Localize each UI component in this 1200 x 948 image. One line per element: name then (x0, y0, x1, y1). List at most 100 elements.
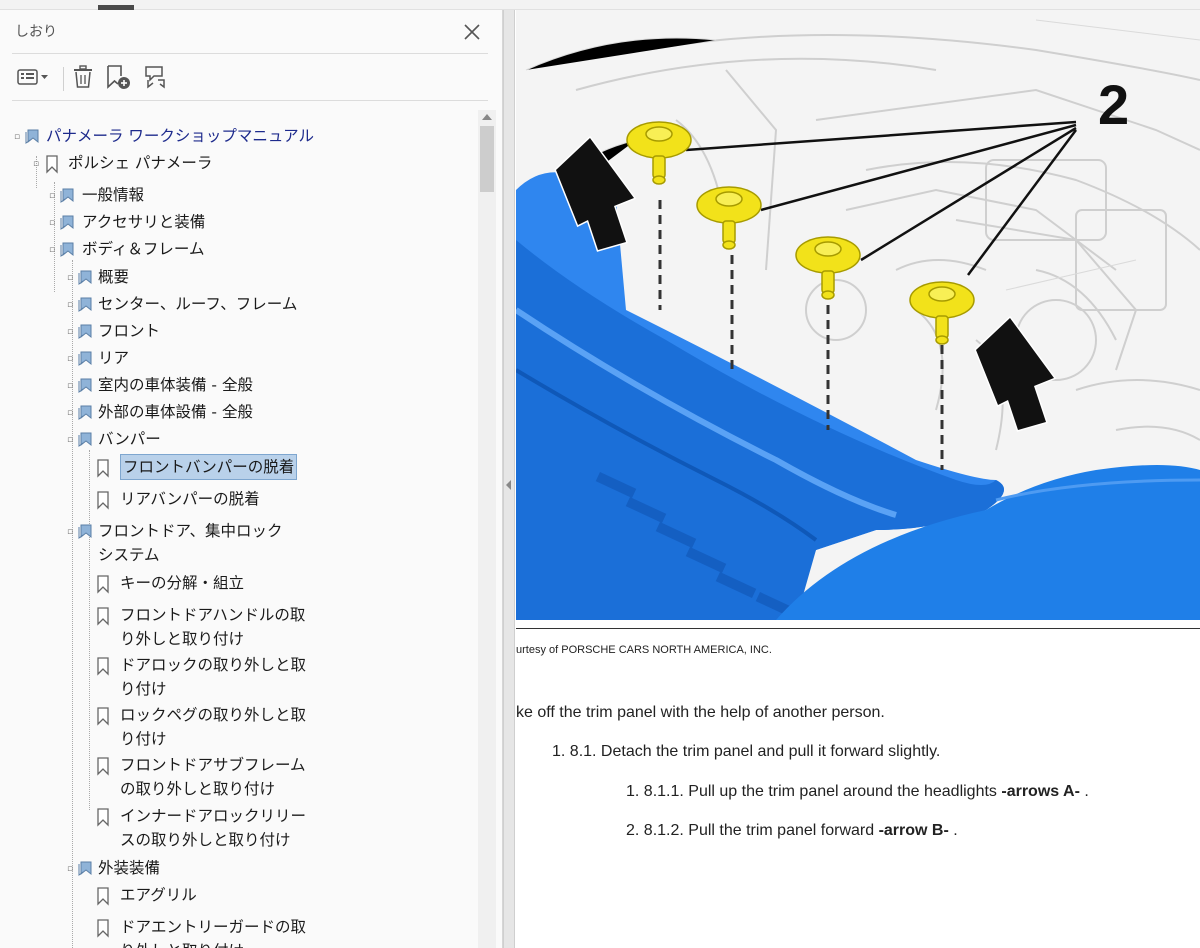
delete-bookmark-button[interactable] (70, 62, 96, 92)
bookmark-item[interactable]: ▫ アクセサリと装備 (0, 210, 478, 234)
expand-toggle-icon[interactable]: ▫ (14, 132, 20, 142)
bookmark-item[interactable]: キーの分解・組立 (0, 571, 478, 595)
bookmark-label[interactable]: 概要 (98, 265, 129, 289)
bookmark-label[interactable]: フロントドアサブフレームの取り外しと取り付け (120, 753, 310, 801)
bookmark-group-icon (78, 859, 96, 884)
bookmark-group-icon (78, 430, 96, 455)
bookmark-item[interactable]: ▫ ポルシェ パナメーラ (0, 151, 478, 175)
bookmark-label[interactable]: ポルシェ パナメーラ (68, 151, 212, 175)
bookmark-group-icon (60, 186, 78, 211)
header-divider (12, 53, 488, 54)
bookmark-label[interactable]: 外装装備 (98, 856, 160, 880)
bookmark-icon (95, 490, 111, 517)
bookmark-item[interactable]: エアグリル (0, 883, 478, 907)
bookmark-label[interactable]: リア (98, 346, 129, 370)
bookmarks-panel-header: しおり (0, 10, 503, 54)
bookmark-label[interactable]: ロックペグの取り外しと取り付け (120, 703, 310, 751)
step-8-1-2-ref: -arrow B- (878, 822, 949, 839)
bookmark-item[interactable]: ▫ 概要 (0, 265, 478, 289)
bookmark-label[interactable]: フロントドアハンドルの取り外しと取り付け (120, 603, 310, 651)
step-8-1-1-ref: -arrows A- (1001, 783, 1080, 800)
toolbar-separator (63, 67, 64, 91)
bookmark-label[interactable]: ボディ＆フレーム (82, 237, 204, 261)
bookmark-item[interactable]: フロントバンパーの脱着 (0, 454, 478, 483)
bookmark-item[interactable]: ▫ バンパー (0, 427, 478, 451)
bookmark-item[interactable]: ドアエントリーガードの取り外しと取り付け (0, 915, 478, 948)
bookmark-label[interactable]: リアバンパーの脱着 (120, 487, 260, 511)
expand-toggle-icon[interactable]: ▫ (67, 354, 73, 364)
bookmark-item[interactable]: フロントドアサブフレームの取り外しと取り付け (0, 753, 478, 801)
step-main: ke off the trim panel with the help of a… (516, 704, 885, 721)
bookmark-group-icon (25, 127, 43, 152)
bookmark-item[interactable]: ▫ 室内の車体装備 - 全般 (0, 373, 478, 397)
bookmark-icon (95, 886, 111, 913)
figure-credit: urtesy of PORSCHE CARS NORTH AMERICA, IN… (516, 644, 772, 656)
bookmark-item[interactable]: ▫ 外装装備 (0, 856, 478, 880)
bookmark-label[interactable]: ドアロックの取り外しと取り付け (120, 653, 310, 701)
bookmark-label[interactable]: アクセサリと装備 (82, 210, 205, 234)
bookmark-item[interactable]: ▫ フロント (0, 319, 478, 343)
bookmark-item[interactable]: ▫ ボディ＆フレーム (0, 237, 478, 261)
bookmark-item[interactable]: ▫ フロントドア、集中ロックシステム (0, 519, 478, 567)
expand-bookmark-button[interactable] (140, 62, 170, 92)
bookmark-item[interactable]: インナードアロックリリースの取り外しと取り付け (0, 804, 478, 852)
bookmark-item[interactable]: ▫ リア (0, 346, 478, 370)
tree-scrollbar[interactable] (478, 110, 496, 948)
bookmark-label[interactable]: パナメーラ ワークショップマニュアル (46, 124, 314, 148)
expand-toggle-icon[interactable]: ▫ (49, 218, 55, 228)
new-bookmark-button[interactable] (104, 62, 132, 92)
expand-toggle-icon[interactable]: ▫ (49, 191, 55, 201)
bookmark-label[interactable]: フロント (98, 319, 160, 343)
expand-toggle-icon[interactable]: ▫ (67, 273, 73, 283)
expand-toggle-icon[interactable]: ▫ (67, 327, 73, 337)
bookmark-options-button[interactable] (16, 62, 52, 92)
scroll-up-arrow-icon[interactable] (482, 114, 492, 120)
bookmark-label[interactable]: バンパー (98, 427, 161, 451)
expand-toggle-icon[interactable]: ▫ (67, 381, 73, 391)
collapse-left-icon[interactable] (506, 480, 511, 490)
expand-toggle-icon[interactable]: ▫ (67, 435, 73, 445)
bookmark-label[interactable]: 一般情報 (82, 183, 144, 207)
bookmark-label[interactable]: センター、ルーフ、フレーム (98, 292, 297, 316)
expand-toggle-icon[interactable]: ▫ (67, 864, 73, 874)
expand-toggle-icon[interactable]: ▫ (33, 159, 39, 169)
step-8-1-2: 2. 8.1.2. Pull the trim panel forward -a… (626, 822, 958, 840)
bookmark-icon (95, 706, 111, 733)
bookmark-icon (44, 154, 60, 181)
bookmarks-panel-title: しおり (15, 24, 57, 40)
bookmark-label[interactable]: インナードアロックリリースの取り外しと取り付け (120, 804, 310, 852)
bookmark-item[interactable]: ▫ パナメーラ ワークショップマニュアル (0, 124, 478, 148)
expand-toggle-icon[interactable]: ▫ (67, 527, 73, 537)
bookmark-label[interactable]: ドアエントリーガードの取り外しと取り付け (120, 915, 310, 948)
bookmark-icon (95, 807, 111, 834)
bookmark-item[interactable]: ロックペグの取り外しと取り付け (0, 703, 478, 751)
bookmark-label[interactable]: フロントドア、集中ロックシステム (98, 519, 288, 567)
bookmark-group-icon (78, 349, 96, 374)
bookmark-item[interactable]: ▫ 外部の車体設備 - 全般 (0, 400, 478, 424)
step-8-1-1: 1. 8.1.1. Pull up the trim panel around … (626, 783, 1089, 801)
expand-toggle-icon[interactable]: ▫ (67, 300, 73, 310)
bookmark-group-icon (78, 295, 96, 320)
bookmark-label[interactable]: 外部の車体設備 - 全般 (98, 400, 253, 424)
panel-splitter[interactable] (503, 10, 515, 948)
expand-toggle-icon[interactable]: ▫ (67, 408, 73, 418)
bookmark-item[interactable]: リアバンパーの脱着 (0, 487, 478, 511)
bookmark-item[interactable]: ドアロックの取り外しと取り付け (0, 653, 478, 701)
expand-toggle-icon[interactable]: ▫ (49, 245, 55, 255)
bookmark-icon (95, 574, 111, 601)
toolbar-divider (12, 100, 488, 101)
bookmark-group-icon (78, 376, 96, 401)
scroll-thumb[interactable] (480, 126, 494, 192)
bookmark-item[interactable]: ▫ 一般情報 (0, 183, 478, 207)
bookmark-label[interactable]: フロントバンパーの脱着 (120, 454, 298, 480)
bookmark-label[interactable]: エアグリル (120, 883, 197, 907)
bookmark-item[interactable]: フロントドアハンドルの取り外しと取り付け (0, 603, 478, 651)
bookmark-label[interactable]: キーの分解・組立 (120, 571, 244, 595)
close-panel-button[interactable] (458, 18, 486, 46)
pdf-viewer-window: しおり ▫ パナメーラ ワークショップマニュアル ▫ ポルシェ パナメーラ ▫ … (0, 0, 1200, 948)
top-tab-strip (0, 0, 1200, 10)
bookmark-item[interactable]: ▫ センター、ルーフ、フレーム (0, 292, 478, 316)
bookmark-label[interactable]: 室内の車体装備 - 全般 (98, 373, 253, 397)
bookmark-tree: ▫ パナメーラ ワークショップマニュアル ▫ ポルシェ パナメーラ ▫ 一般情報 ▫ アクセサ… (0, 110, 478, 948)
bookmark-group-icon (78, 268, 96, 293)
